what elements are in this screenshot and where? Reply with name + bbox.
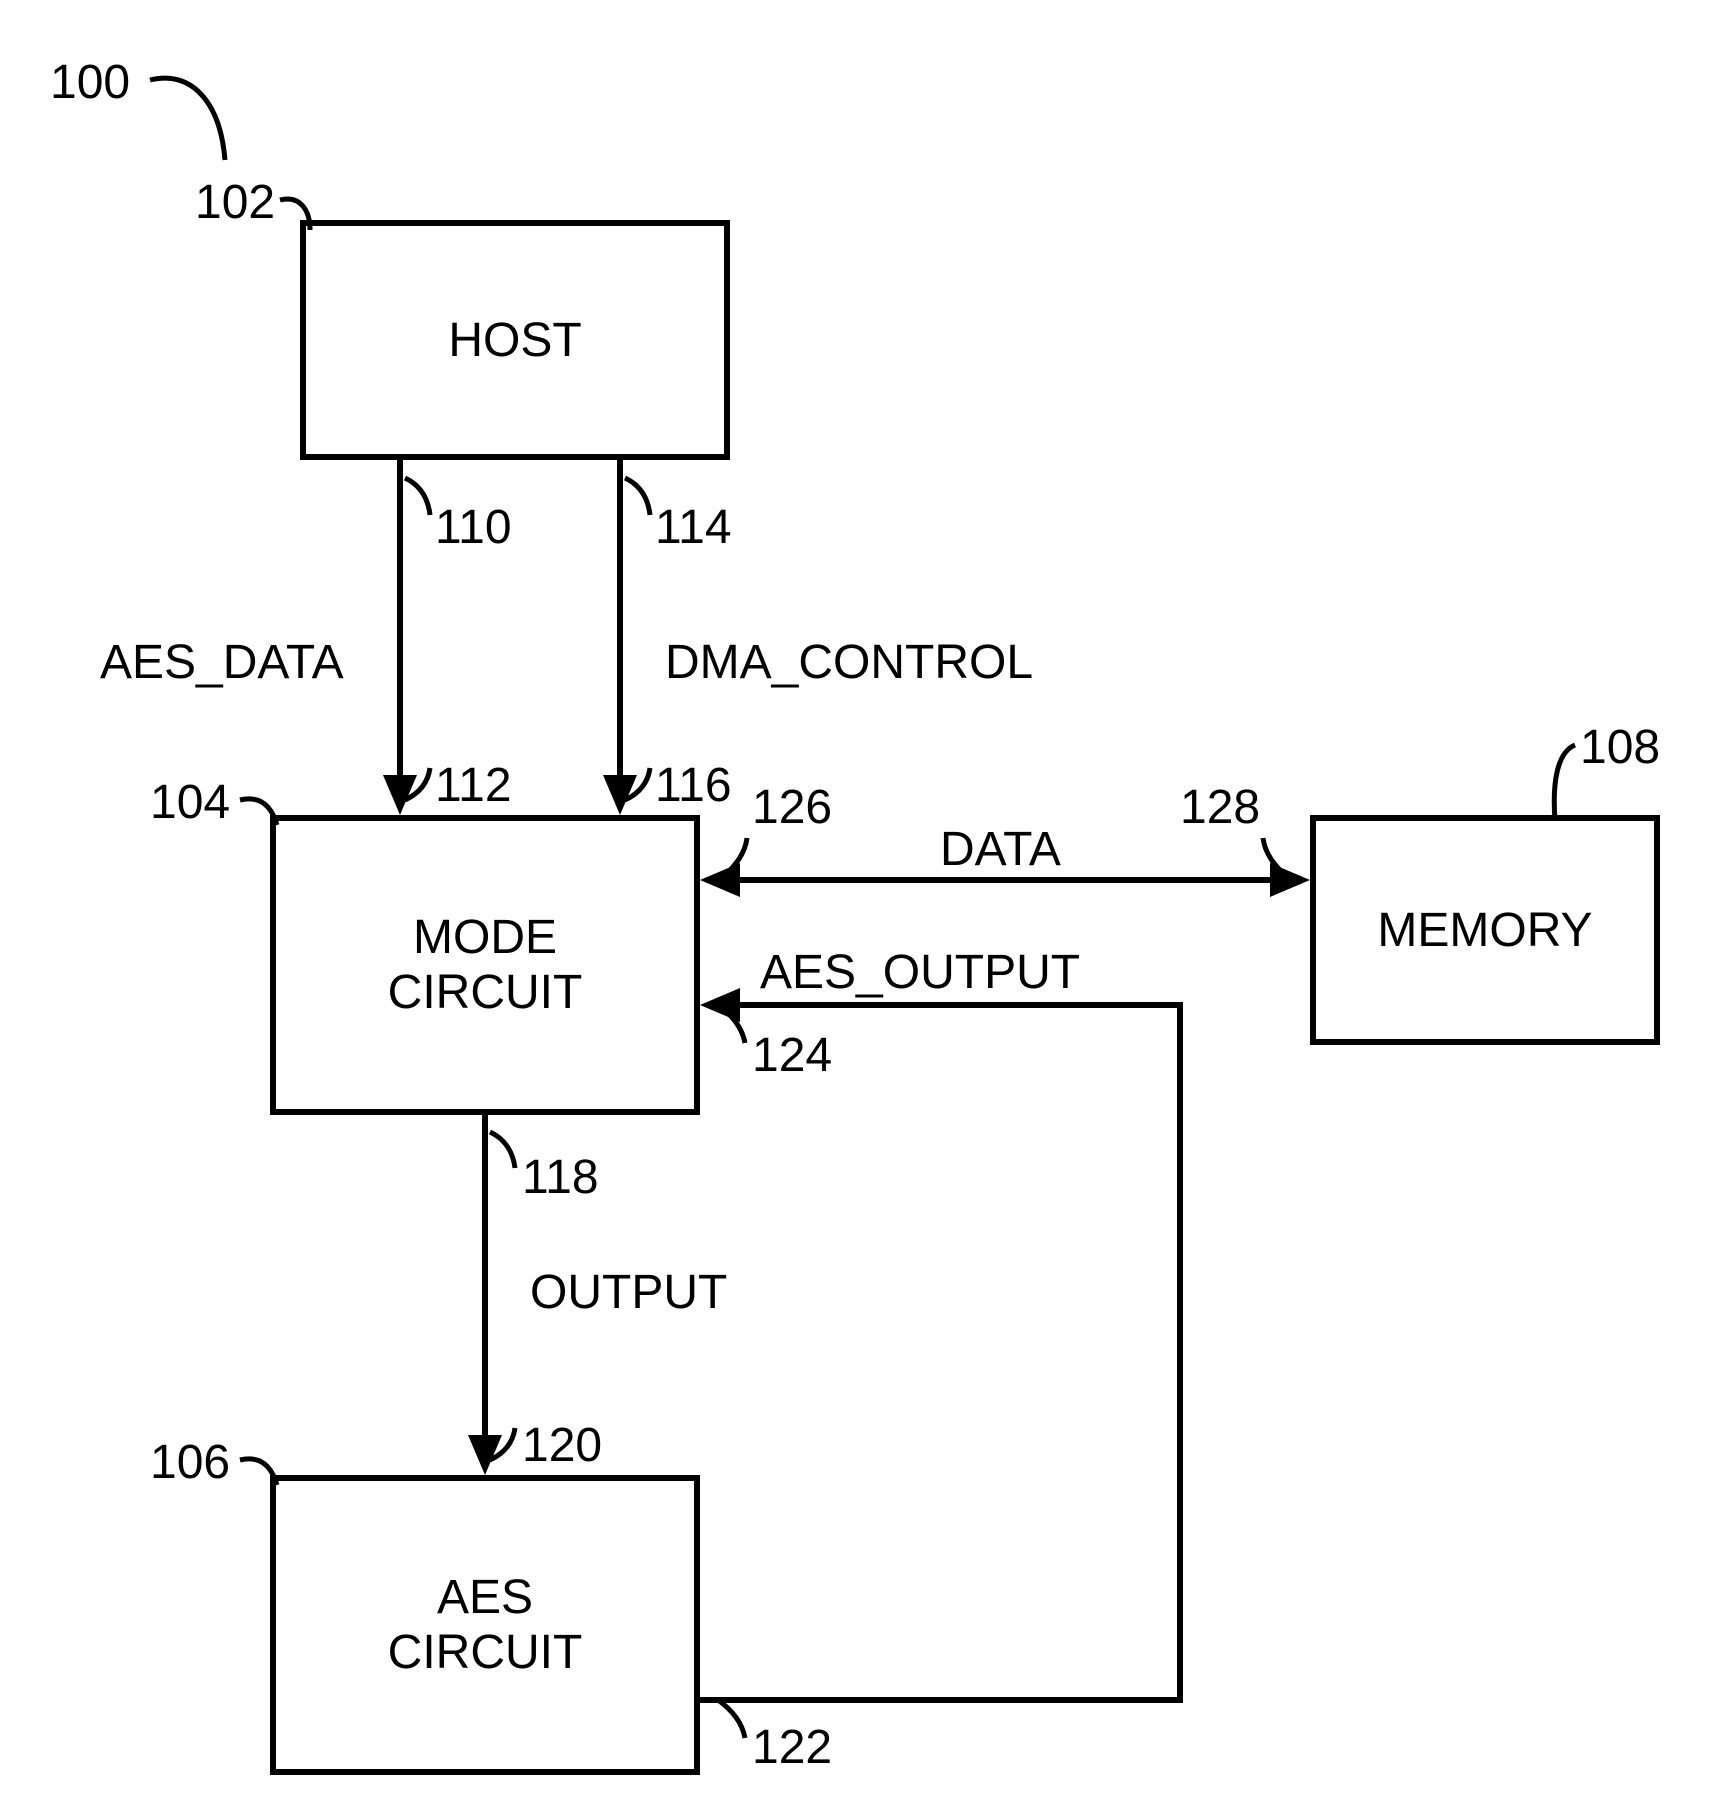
data-arrow <box>0 0 1709 1805</box>
data-label: DATA <box>940 822 1061 877</box>
data-dst-ref: 128 <box>1180 780 1260 835</box>
data-src-ref: 126 <box>752 780 832 835</box>
diagram-canvas: 100 HOST 102 MODE CIRCUIT 104 AES CIRCUI… <box>0 0 1709 1805</box>
